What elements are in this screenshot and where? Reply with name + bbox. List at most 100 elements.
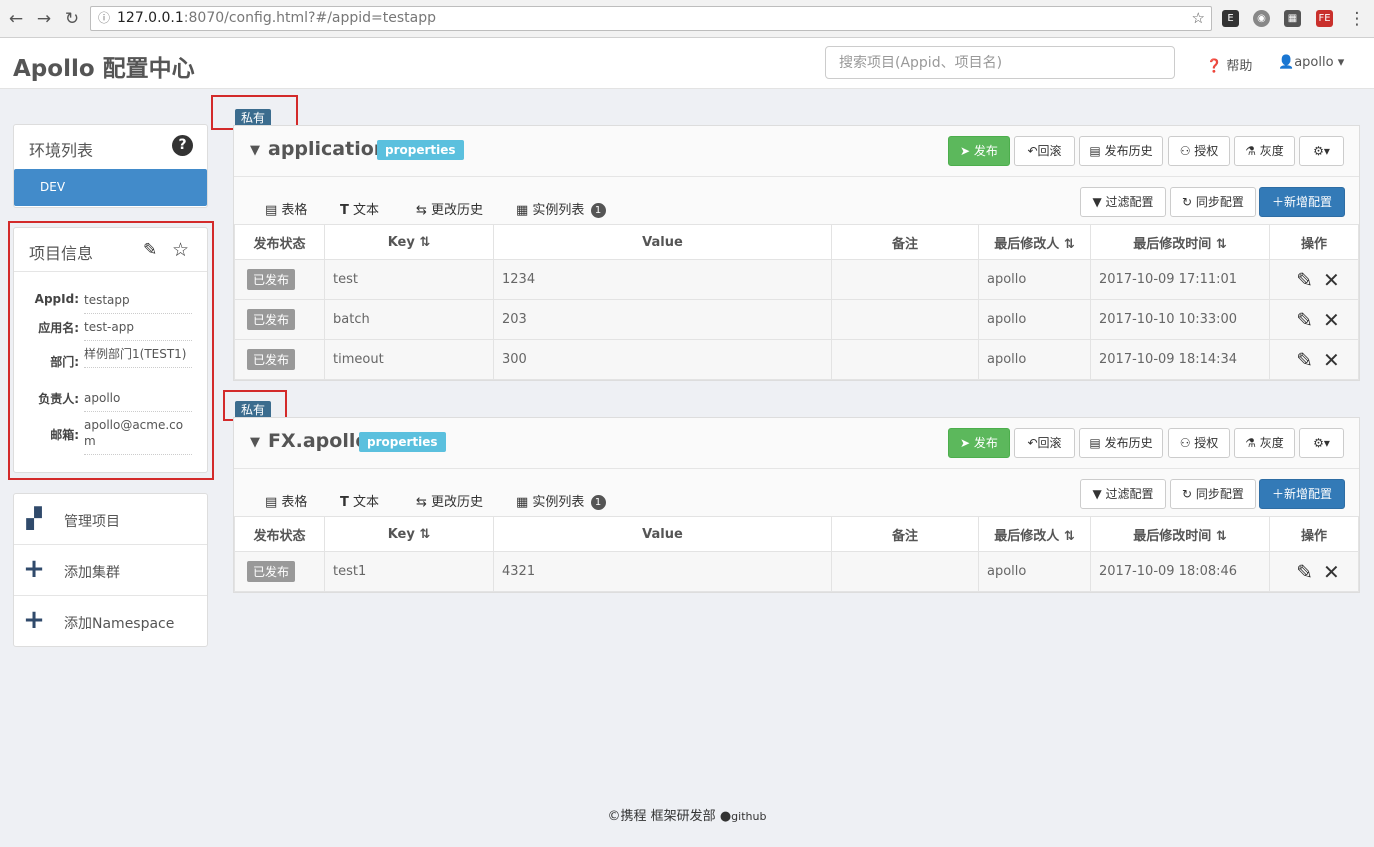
tab-instances[interactable]: ▦ 实例列表 1	[516, 491, 606, 517]
filter-config-button[interactable]: ▼ 过滤配置	[1080, 479, 1166, 509]
edit-icon[interactable]: ✎	[1296, 268, 1313, 292]
delete-icon[interactable]: ✕	[1323, 348, 1340, 372]
gray-release-button[interactable]: ⚗ 灰度	[1234, 136, 1295, 166]
settings-dropdown-button[interactable]: ⚙▾	[1299, 428, 1344, 458]
history-label: 发布历史	[1104, 436, 1153, 450]
question-circle-icon: ❓	[1206, 59, 1223, 74]
browser-menu-icon[interactable]: ⋮	[1345, 7, 1369, 31]
publish-button[interactable]: ➤ 发布	[948, 136, 1010, 166]
question-icon[interactable]: ?	[172, 135, 193, 156]
tab-label: 文本	[353, 495, 380, 510]
add-config-button[interactable]: ＋新增配置	[1259, 187, 1345, 217]
grid-extension-icon[interactable]: ▦	[1284, 10, 1301, 27]
col-time-label: 最后修改时间	[1133, 528, 1212, 544]
cell-value: 4321	[493, 551, 832, 592]
back-arrow-icon[interactable]: ←	[4, 7, 28, 31]
tab-text[interactable]: T 文本	[340, 199, 379, 225]
gray-release-button[interactable]: ⚗ 灰度	[1234, 428, 1295, 458]
delete-icon[interactable]: ✕	[1323, 308, 1340, 332]
reload-icon[interactable]: ↻	[60, 7, 84, 31]
release-history-button[interactable]: ▤ 发布历史	[1079, 136, 1163, 166]
evernote-extension-icon[interactable]: E	[1222, 10, 1239, 27]
col-time-label: 最后修改时间	[1133, 236, 1212, 252]
help-label: 帮助	[1226, 59, 1253, 74]
caret-down-icon[interactable]: ▼	[250, 143, 260, 158]
grant-button[interactable]: ⚇ 授权	[1168, 136, 1230, 166]
sync-config-button[interactable]: ↻ 同步配置	[1170, 187, 1256, 217]
menu-item-add-namespace[interactable]: + 添加Namespace	[14, 596, 207, 647]
rollback-button[interactable]: ↶回滚	[1014, 428, 1075, 458]
tab-text[interactable]: T 文本	[340, 491, 379, 517]
menu-item-add-cluster[interactable]: + 添加集群	[14, 545, 207, 596]
cell-op: ✎ ✕	[1269, 339, 1359, 380]
edit-icon[interactable]: ✎	[1296, 560, 1313, 584]
sort-icon: ⇅	[419, 234, 431, 250]
edit-icon[interactable]: ✎	[1296, 348, 1313, 372]
publish-label: 发布	[973, 436, 998, 450]
col-time[interactable]: 最后修改时间 ⇅	[1090, 224, 1270, 260]
help-link[interactable]: ❓ 帮助	[1206, 55, 1252, 74]
address-bar[interactable]: ⓘ 127.0.0.1:8070/config.html?#/appid=tes…	[90, 6, 1212, 31]
menu-item-manage[interactable]: ▞ 管理项目	[14, 494, 207, 545]
add-config-button[interactable]: ＋新增配置	[1259, 479, 1345, 509]
app-header: Apollo 配置中心 ❓ 帮助 👤apollo ▾	[0, 38, 1374, 89]
forward-arrow-icon[interactable]: →	[32, 7, 56, 31]
sync-label: 同步配置	[1195, 487, 1244, 501]
col-key[interactable]: Key ⇅	[324, 516, 494, 552]
menu-label: 添加集群	[64, 565, 120, 581]
format-badge: properties	[377, 140, 464, 160]
filter-config-button[interactable]: ▼ 过滤配置	[1080, 187, 1166, 217]
col-modifier[interactable]: 最后修改人 ⇅	[978, 516, 1091, 552]
edit-icon[interactable]: ✎	[1296, 308, 1313, 332]
tab-label: 表格	[281, 495, 308, 510]
user-menu[interactable]: 👤apollo ▾	[1278, 55, 1344, 70]
grant-label: 授权	[1194, 144, 1219, 158]
env-item-dev[interactable]: DEV	[14, 169, 207, 206]
github-icon[interactable]: ●	[720, 809, 731, 824]
github-link[interactable]: github	[731, 810, 766, 823]
cell-value: 203	[493, 299, 832, 340]
col-status: 发布状态	[234, 224, 325, 260]
sort-icon: ⇅	[419, 526, 431, 542]
col-modifier[interactable]: 最后修改人 ⇅	[978, 224, 1091, 260]
tab-table[interactable]: ▤ 表格	[251, 199, 322, 227]
delete-icon[interactable]: ✕	[1323, 560, 1340, 584]
cell-key: batch	[324, 299, 494, 340]
globe-extension-icon[interactable]: ◉	[1253, 10, 1270, 27]
tab-instances[interactable]: ▦ 实例列表 1	[516, 199, 606, 225]
cell-key: test1	[324, 551, 494, 592]
table-row: 已发布 test 1234 apollo 2017-10-09 17:11:01…	[234, 259, 1359, 300]
col-key[interactable]: Key ⇅	[324, 224, 494, 260]
annotation-box	[8, 221, 214, 480]
release-history-button[interactable]: ▤ 发布历史	[1079, 428, 1163, 458]
tab-label: 更改历史	[431, 203, 484, 218]
tab-history[interactable]: ⇆ 更改历史	[416, 199, 483, 225]
publish-button[interactable]: ➤ 发布	[948, 428, 1010, 458]
tab-history[interactable]: ⇆ 更改历史	[416, 491, 483, 517]
tab-table[interactable]: ▤ 表格	[251, 491, 322, 519]
url-host: 127.0.0.1	[117, 10, 184, 26]
rollback-label: 回滚	[1037, 436, 1062, 450]
col-time[interactable]: 最后修改时间 ⇅	[1090, 516, 1270, 552]
cell-comment	[831, 299, 979, 340]
brand-title[interactable]: Apollo 配置中心	[13, 49, 195, 83]
info-icon[interactable]: ⓘ	[98, 7, 110, 30]
cell-comment	[831, 551, 979, 592]
bookmark-star-icon[interactable]: ☆	[1192, 7, 1205, 30]
delete-icon[interactable]: ✕	[1323, 268, 1340, 292]
grant-button[interactable]: ⚇ 授权	[1168, 428, 1230, 458]
col-modifier-label: 最后修改人	[994, 528, 1060, 544]
caret-down-icon[interactable]: ▼	[250, 435, 260, 450]
instance-count-badge: 1	[590, 203, 606, 218]
settings-dropdown-button[interactable]: ⚙▾	[1299, 136, 1344, 166]
namespace-panel-application: ▼ application properties ➤ 发布 ↶回滚 ▤ 发布历史…	[233, 125, 1360, 381]
search-input[interactable]	[825, 46, 1175, 79]
fe-extension-icon[interactable]: FE	[1316, 10, 1333, 27]
cell-comment	[831, 339, 979, 380]
namespace-header: ▼ application properties ➤ 发布 ↶回滚 ▤ 发布历史…	[234, 126, 1359, 177]
col-status: 发布状态	[234, 516, 325, 552]
col-op: 操作	[1269, 516, 1359, 552]
cell-time: 2017-10-10 10:33:00	[1090, 299, 1270, 340]
sync-config-button[interactable]: ↻ 同步配置	[1170, 479, 1256, 509]
rollback-button[interactable]: ↶回滚	[1014, 136, 1075, 166]
